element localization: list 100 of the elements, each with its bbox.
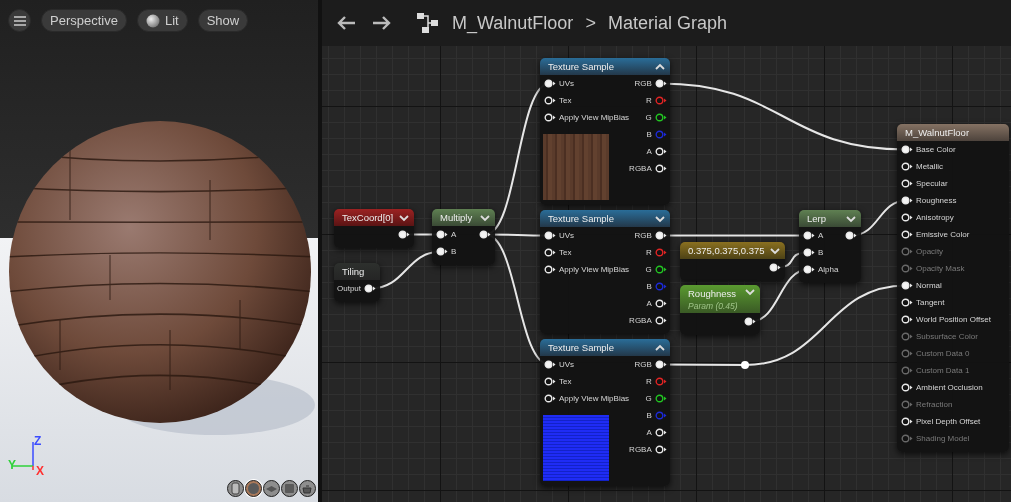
pin-icon[interactable]: [901, 281, 913, 290]
pin-icon[interactable]: [544, 394, 556, 403]
pin-label: Roughness: [916, 196, 957, 205]
pin-icon[interactable]: [901, 230, 913, 239]
pin-icon[interactable]: [803, 231, 815, 240]
pin-icon[interactable]: [769, 263, 781, 272]
pin-icon[interactable]: [901, 162, 913, 171]
pin-label: Tex: [559, 248, 572, 257]
pin-icon[interactable]: [654, 316, 667, 325]
graph-node[interactable]: [897, 124, 1009, 452]
pin-label: Custom Data 0: [916, 349, 970, 358]
reroute-node[interactable]: [741, 361, 749, 369]
pin-label: B: [646, 282, 652, 291]
pin-icon[interactable]: [436, 230, 448, 239]
graph-node[interactable]: TexCoord[0]: [334, 209, 414, 248]
pin-icon[interactable]: [544, 248, 556, 257]
pin-icon[interactable]: [654, 360, 667, 369]
pin-label: R: [646, 96, 652, 105]
chevron-icon[interactable]: [655, 62, 665, 71]
pin-label: RGB: [634, 231, 652, 240]
pin-icon[interactable]: [654, 147, 667, 156]
graph-node[interactable]: Lerp A B Alpha: [799, 210, 861, 283]
pin-label: B: [646, 130, 652, 139]
pin-label: Metallic: [916, 162, 944, 171]
pin-label: RGB: [634, 79, 652, 88]
pin-label: Apply View MipBias: [559, 394, 630, 403]
pin-icon[interactable]: [901, 179, 913, 188]
pin-icon[interactable]: [803, 248, 815, 257]
pin-icon[interactable]: [544, 79, 556, 88]
pin-icon[interactable]: [544, 96, 556, 105]
pin-icon[interactable]: [654, 445, 667, 454]
pin-label: RGBA: [629, 164, 652, 173]
pin-label: Shading Model: [916, 434, 970, 443]
pin-icon[interactable]: [544, 360, 556, 369]
forward-arrow-icon: [372, 15, 392, 31]
node-title: Tiling: [342, 266, 365, 277]
pin-label: Base Color: [916, 145, 956, 154]
pin-label: Opacity Mask: [916, 264, 965, 273]
pin-icon[interactable]: [901, 196, 913, 205]
graph-node[interactable]: Roughness Param (0.45): [680, 285, 760, 335]
pin-icon[interactable]: [654, 394, 667, 403]
pin-icon[interactable]: [803, 265, 815, 274]
chevron-icon[interactable]: [655, 214, 665, 223]
node-subtitle: Param (0.45): [688, 301, 738, 311]
graph-node[interactable]: Tiling Output: [334, 263, 380, 302]
graph-node[interactable]: Texture Sample UVs Tex Apply View MipBias RGB R G B A RGBA: [540, 210, 670, 334]
pin-icon[interactable]: [544, 113, 556, 122]
pin-icon[interactable]: [544, 377, 556, 386]
pin-label: A: [818, 231, 824, 240]
breadcrumb-separator: >: [585, 12, 596, 34]
pin-icon[interactable]: [744, 317, 756, 326]
cube-icon: [283, 482, 296, 495]
pin-label: Refraction: [916, 400, 953, 409]
node-title: Roughness: [688, 288, 738, 299]
breadcrumb-link[interactable]: M_WalnutFloor: [452, 12, 574, 34]
toolbar-button[interactable]: Perspective: [41, 9, 127, 32]
pin-label: Normal: [916, 281, 942, 290]
chevron-icon[interactable]: [846, 214, 856, 223]
pin-icon[interactable]: [901, 145, 913, 154]
pin-icon[interactable]: [544, 231, 556, 240]
pin-icon[interactable]: [654, 164, 667, 173]
graph-node[interactable]: Multiply A B: [432, 209, 495, 265]
chevron-icon[interactable]: [399, 213, 409, 222]
pin-icon[interactable]: [436, 247, 448, 256]
pin-icon[interactable]: [654, 299, 667, 308]
pin-icon[interactable]: [654, 428, 667, 437]
pin-label: G: [645, 394, 652, 403]
pin-label: G: [645, 265, 652, 274]
pin-label: World Position Offset: [916, 315, 991, 324]
chevron-icon[interactable]: [655, 343, 665, 352]
pin-label: Anisotropy: [916, 213, 954, 222]
pin-label: Emissive Color: [916, 230, 970, 239]
pin-label: B: [646, 411, 652, 420]
graph-node[interactable]: Texture Sample UVs Tex Apply View MipBias RGB R G B A RGBA: [540, 58, 670, 205]
pin-icon[interactable]: [654, 113, 667, 122]
pin-label: UVs: [559, 79, 575, 88]
axis-label: X: [36, 464, 44, 478]
pin-icon[interactable]: [901, 298, 913, 307]
node-title: Texture Sample: [548, 342, 614, 353]
pin-icon[interactable]: [901, 417, 913, 426]
pin-icon[interactable]: [398, 230, 410, 239]
graph-node[interactable]: 0.375,0.375,0.375: [680, 242, 785, 281]
pin-icon[interactable]: [901, 213, 913, 222]
pin-icon[interactable]: [845, 231, 857, 240]
teapot-icon: [301, 482, 314, 495]
pin-icon[interactable]: [654, 231, 667, 240]
graph-node[interactable]: Texture Sample UVs Tex Apply View MipBias RGB R G B A RGBA: [540, 339, 670, 486]
back-arrow-icon: [336, 15, 356, 31]
chevron-icon[interactable]: [770, 246, 780, 255]
pin-label: RGBA: [629, 316, 652, 325]
pin-icon[interactable]: [479, 230, 491, 239]
pin-icon[interactable]: [544, 265, 556, 274]
pin-icon[interactable]: [654, 79, 667, 88]
pin-icon[interactable]: [901, 383, 913, 392]
pin-label: Custom Data 1: [916, 366, 970, 375]
pin-icon[interactable]: [364, 284, 376, 293]
pin-icon[interactable]: [654, 265, 667, 274]
graph-icon: [416, 12, 440, 34]
pin-icon[interactable]: [901, 315, 913, 324]
chevron-icon[interactable]: [480, 213, 490, 222]
